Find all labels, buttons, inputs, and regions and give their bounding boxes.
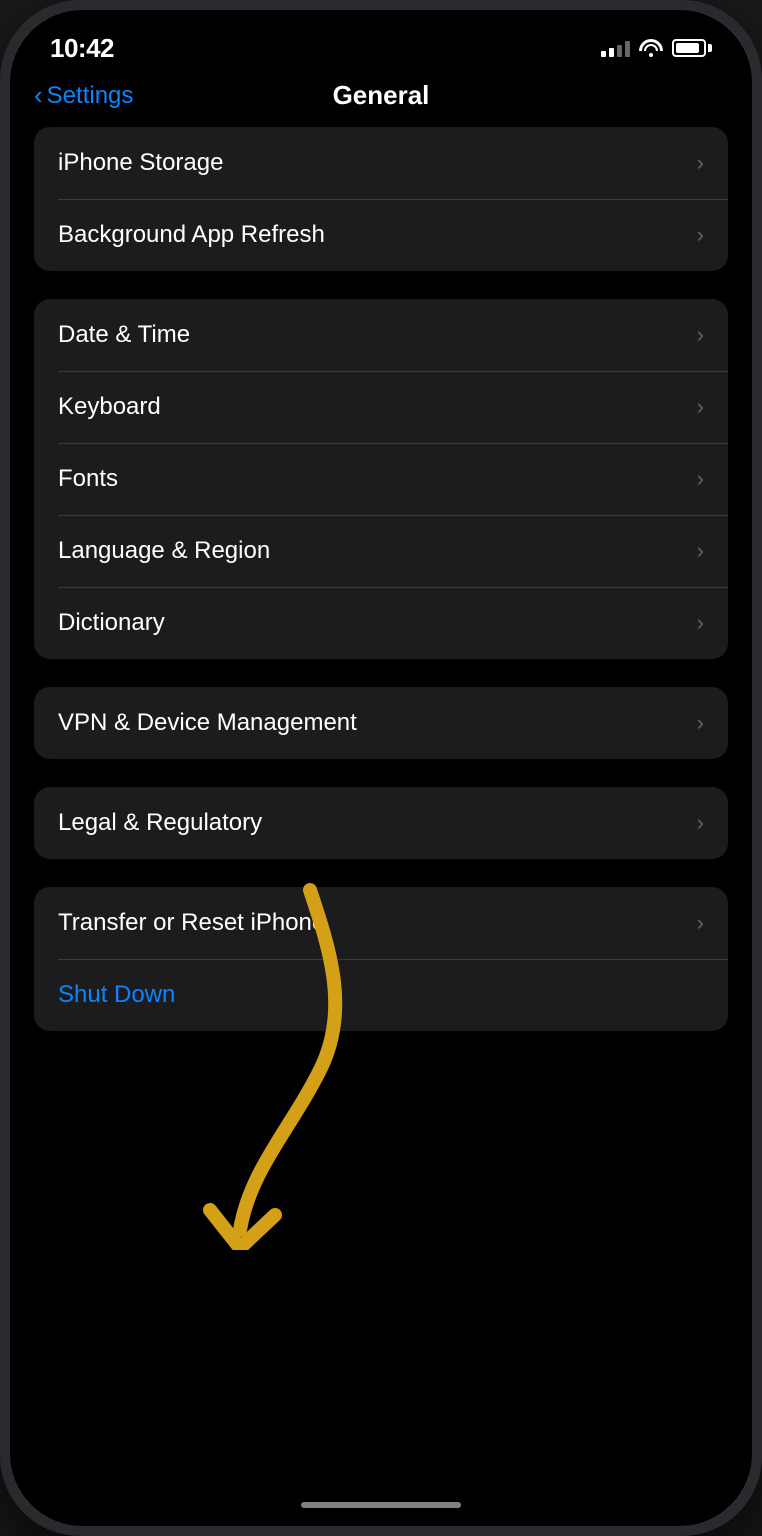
back-chevron-icon: ‹	[34, 82, 43, 108]
settings-row-iphone-storage[interactable]: iPhone Storage ›	[34, 127, 728, 199]
signal-icon	[601, 39, 630, 57]
iphone-storage-label: iPhone Storage	[58, 149, 223, 177]
dictionary-label: Dictionary	[58, 609, 165, 637]
page-title: General	[333, 80, 430, 111]
settings-group-legal: Legal & Regulatory ›	[34, 787, 728, 859]
chevron-right-icon: ›	[697, 610, 704, 636]
settings-row-language-region[interactable]: Language & Region ›	[34, 515, 728, 587]
settings-group-vpn: VPN & Device Management ›	[34, 687, 728, 759]
date-time-label: Date & Time	[58, 321, 190, 349]
transfer-reset-label: Transfer or Reset iPhone	[58, 909, 325, 937]
settings-row-keyboard[interactable]: Keyboard ›	[34, 371, 728, 443]
settings-row-fonts[interactable]: Fonts ›	[34, 443, 728, 515]
status-icons	[601, 39, 712, 57]
chevron-right-icon: ›	[697, 810, 704, 836]
screen: 10:42 ‹ Settings	[10, 10, 752, 1526]
settings-row-legal-regulatory[interactable]: Legal & Regulatory ›	[34, 787, 728, 859]
language-region-label: Language & Region	[58, 537, 270, 565]
chevron-right-icon: ›	[697, 222, 704, 248]
settings-row-background-app-refresh[interactable]: Background App Refresh ›	[34, 199, 728, 271]
chevron-right-icon: ›	[697, 538, 704, 564]
back-label: Settings	[47, 82, 134, 110]
chevron-right-icon: ›	[697, 710, 704, 736]
vpn-device-label: VPN & Device Management	[58, 709, 357, 737]
chevron-right-icon: ›	[697, 910, 704, 936]
legal-regulatory-label: Legal & Regulatory	[58, 809, 262, 837]
settings-row-date-time[interactable]: Date & Time ›	[34, 299, 728, 371]
home-indicator	[301, 1502, 461, 1508]
background-app-refresh-label: Background App Refresh	[58, 221, 325, 249]
fonts-label: Fonts	[58, 465, 118, 493]
shut-down-label: Shut Down	[58, 981, 175, 1009]
chevron-right-icon: ›	[697, 394, 704, 420]
phone-frame: 10:42 ‹ Settings	[0, 0, 762, 1536]
notch	[271, 10, 491, 48]
settings-group-reset: Transfer or Reset iPhone › Shut Down	[34, 887, 728, 1031]
status-time: 10:42	[50, 33, 114, 64]
settings-group-locale: Date & Time › Keyboard › Fonts › Languag…	[34, 299, 728, 659]
settings-row-shut-down[interactable]: Shut Down	[34, 959, 728, 1031]
wifi-icon	[640, 39, 662, 57]
battery-icon	[672, 39, 712, 57]
chevron-right-icon: ›	[697, 322, 704, 348]
settings-content: iPhone Storage › Background App Refresh …	[10, 127, 752, 1059]
settings-row-vpn-device[interactable]: VPN & Device Management ›	[34, 687, 728, 759]
settings-row-dictionary[interactable]: Dictionary ›	[34, 587, 728, 659]
settings-row-transfer-reset[interactable]: Transfer or Reset iPhone ›	[34, 887, 728, 959]
chevron-right-icon: ›	[697, 150, 704, 176]
nav-header: ‹ Settings General	[10, 70, 752, 127]
back-button[interactable]: ‹ Settings	[34, 82, 133, 110]
keyboard-label: Keyboard	[58, 393, 161, 421]
chevron-right-icon: ›	[697, 466, 704, 492]
settings-group-storage: iPhone Storage › Background App Refresh …	[34, 127, 728, 271]
